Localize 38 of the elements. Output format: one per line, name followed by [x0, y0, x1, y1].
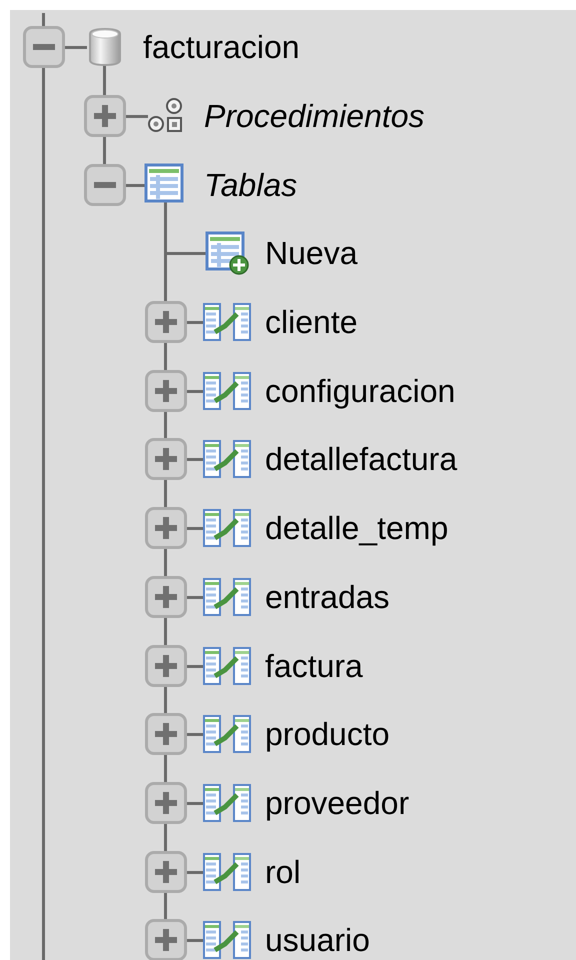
tree-item-label[interactable]: proveedor — [265, 778, 410, 827]
table-check-icon — [202, 646, 250, 686]
expand-button[interactable] — [144, 438, 186, 480]
table-check-icon — [202, 714, 250, 754]
tree-item-label[interactable]: entradas — [265, 572, 390, 621]
tree-item-label[interactable]: factura — [265, 642, 363, 690]
tree-item-label[interactable]: facturacion — [143, 23, 300, 72]
collapse-button[interactable] — [84, 164, 126, 206]
expand-button[interactable] — [144, 370, 186, 412]
expand-button[interactable] — [144, 713, 186, 756]
table-check-icon — [202, 508, 250, 548]
expand-button[interactable] — [144, 919, 186, 960]
table-check-icon — [202, 852, 250, 892]
table-check-icon — [202, 439, 250, 480]
expand-button[interactable] — [144, 576, 186, 618]
tree-item-label[interactable]: cliente — [265, 298, 358, 346]
expand-button[interactable] — [84, 95, 126, 138]
tree-item-label[interactable]: usuario — [265, 916, 370, 960]
tree-item-label[interactable]: detallefactura — [265, 435, 458, 484]
table-check-icon — [202, 576, 250, 617]
table-check-icon — [202, 302, 250, 342]
table-check-icon — [202, 920, 250, 960]
collapse-button[interactable] — [22, 26, 64, 68]
table-check-icon — [202, 370, 250, 411]
expand-button[interactable] — [144, 782, 186, 824]
tree-item-label[interactable]: Nueva — [265, 229, 358, 278]
tree-item-label[interactable]: detalle_temp — [265, 504, 448, 552]
tree-item-label[interactable]: Tablas — [204, 160, 298, 209]
database-icon — [86, 27, 122, 68]
expand-button[interactable] — [144, 301, 186, 344]
tree-item-label[interactable]: configuracion — [265, 366, 456, 415]
table-check-icon — [202, 782, 250, 823]
expand-button[interactable] — [144, 850, 186, 893]
tree-item-label[interactable]: Procedimientos — [204, 92, 425, 140]
tree-item-label[interactable]: producto — [265, 710, 390, 758]
expand-button[interactable] — [144, 644, 186, 687]
expand-button[interactable] — [144, 507, 186, 550]
tree-item-label[interactable]: rol — [265, 848, 301, 896]
